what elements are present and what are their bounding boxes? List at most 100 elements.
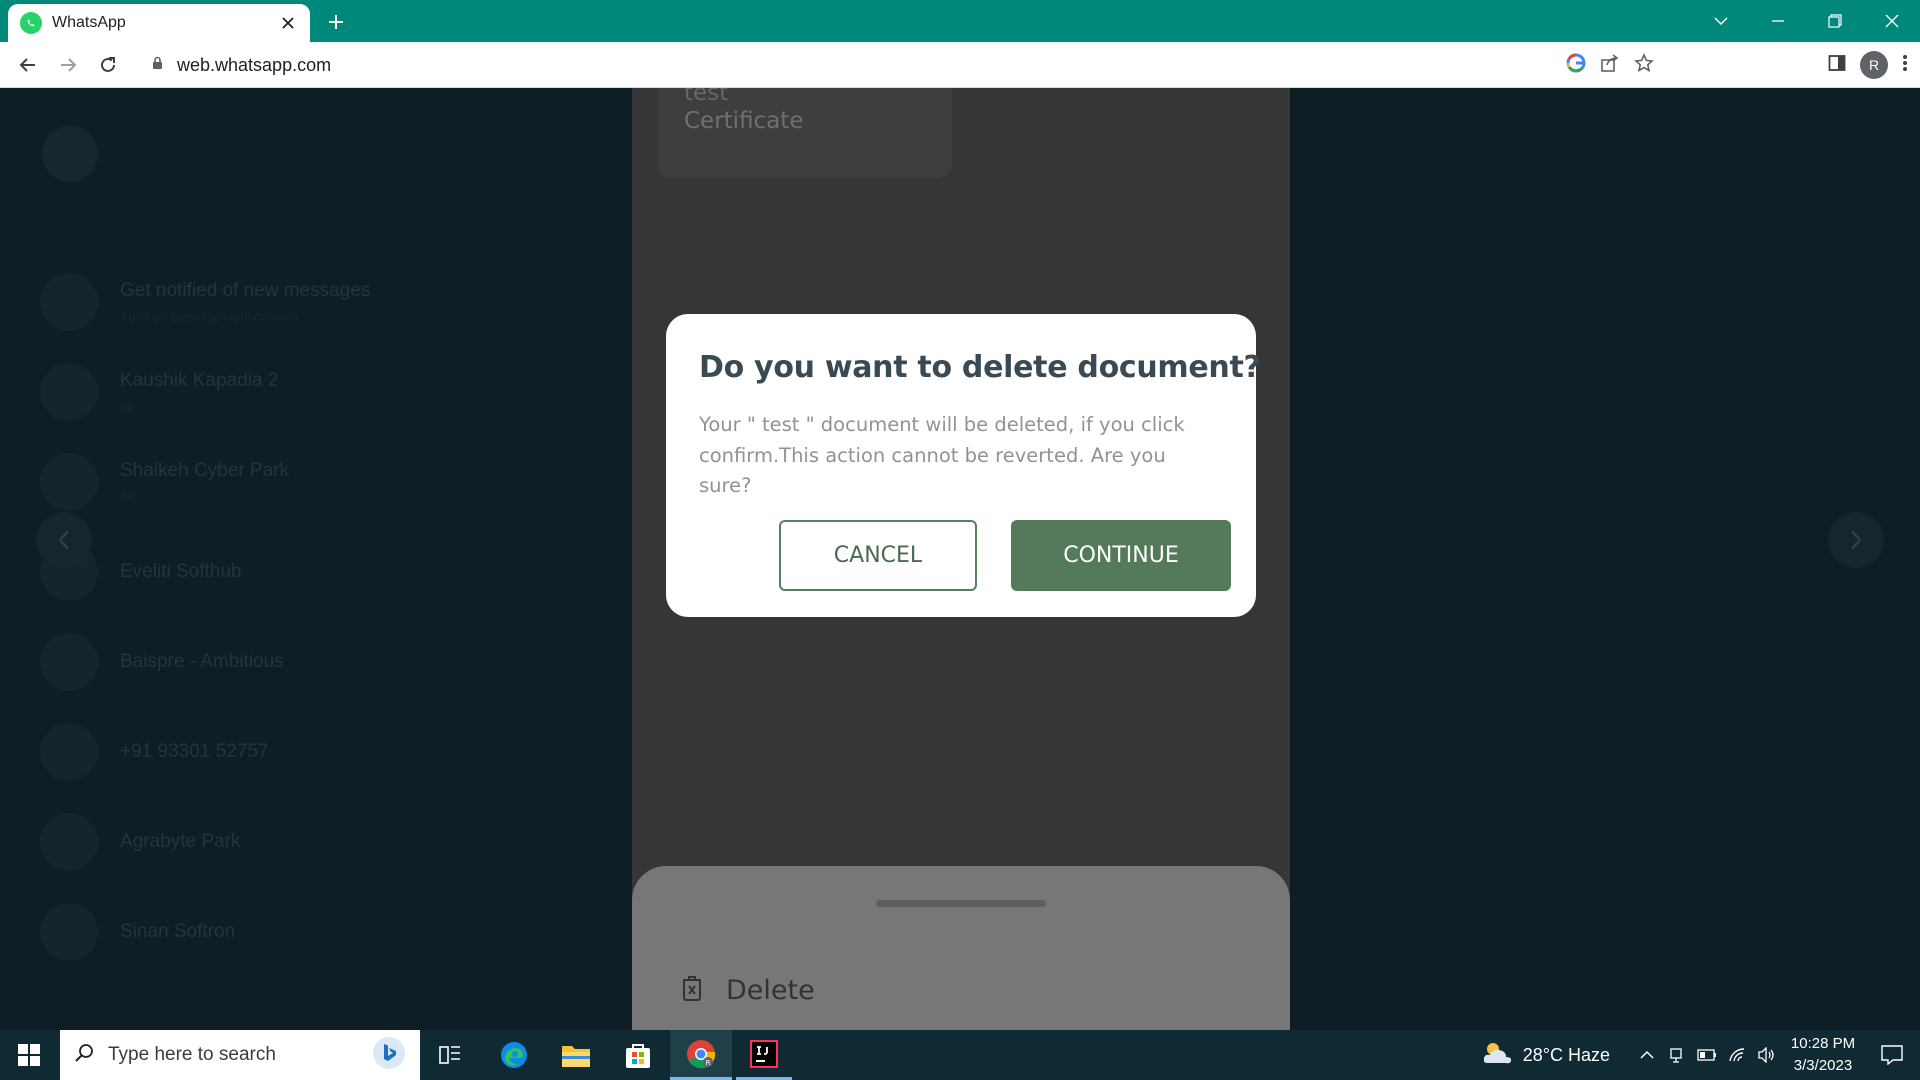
- drag-handle[interactable]: [876, 900, 1046, 907]
- windows-taskbar: Type here to search R 28°C Haze 10:28 PM…: [0, 1030, 1920, 1080]
- trash-icon: [680, 974, 704, 1007]
- cancel-button[interactable]: CANCEL: [779, 520, 977, 591]
- notification-center-icon[interactable]: [1864, 1030, 1920, 1080]
- chat-list-item[interactable]: Agrabyte Park: [40, 802, 600, 882]
- chat-list-item[interactable]: Shaikeh Cyber Park ok: [40, 442, 600, 522]
- forward-arrow-icon[interactable]: [54, 51, 82, 79]
- whatsapp-icon: [20, 12, 42, 34]
- chat-list-item[interactable]: +91 93301 52757: [40, 712, 600, 792]
- chat-name: +91 93301 52757: [120, 741, 269, 762]
- more-menu-icon[interactable]: [1902, 54, 1908, 77]
- avatar: [40, 903, 98, 961]
- browser-tab-bar: WhatsApp: [0, 0, 1920, 42]
- weather-text[interactable]: 28°C Haze: [1523, 1045, 1610, 1066]
- chat-preview: ok: [120, 488, 135, 504]
- taskbar-search-box[interactable]: Type here to search: [60, 1030, 420, 1080]
- url-text: web.whatsapp.com: [177, 54, 332, 75]
- chat-name: Baispre - Ambitious: [120, 651, 284, 672]
- chat-preview: ok: [120, 398, 135, 414]
- weather-cloud-icon[interactable]: [1481, 1039, 1515, 1072]
- intellij-icon: [750, 1039, 778, 1068]
- dialog-message: Your " test " document will be deleted, …: [699, 413, 1185, 497]
- clock-date: 3/3/2023: [1793, 1057, 1853, 1074]
- chat-preview: Turn on desktop notifications: [120, 308, 299, 324]
- task-view-button[interactable]: [422, 1030, 478, 1080]
- intellij-app-button[interactable]: [736, 1030, 792, 1080]
- google-lens-icon[interactable]: [1566, 52, 1586, 78]
- reload-icon[interactable]: [94, 51, 122, 79]
- chat-list-sidebar: Get notified of new messages Turn on des…: [0, 88, 632, 1030]
- meet-now-icon[interactable]: [1662, 1030, 1692, 1080]
- chat-list-item[interactable]: Eveliti Softhub: [40, 532, 600, 612]
- chat-name: Sinan Softron: [120, 921, 236, 942]
- chat-list-item[interactable]: Baispre - Ambitious: [40, 622, 600, 702]
- volume-icon[interactable]: [1752, 1030, 1782, 1080]
- tab-search-chevron-icon[interactable]: [1692, 0, 1749, 42]
- close-icon[interactable]: [278, 13, 298, 33]
- chevron-up-icon[interactable]: [1632, 1030, 1662, 1080]
- edge-icon: [501, 1042, 527, 1068]
- document-card[interactable]: test Certificate: [658, 88, 952, 178]
- avatar: [40, 273, 98, 331]
- address-bar[interactable]: web.whatsapp.com: [138, 49, 1668, 81]
- edge-app-button[interactable]: [486, 1030, 542, 1080]
- chat-list-item[interactable]: Kaushik Kapadia 2 ok: [40, 352, 600, 432]
- chat-list-item[interactable]: Sinan Softron: [40, 892, 600, 972]
- continue-button[interactable]: CONTINUE: [1011, 520, 1231, 591]
- wifi-icon[interactable]: [1722, 1030, 1752, 1080]
- system-tray: 28°C Haze 10:28 PM 3/3/2023: [1481, 1030, 1920, 1080]
- clock-time: 10:28 PM: [1790, 1035, 1856, 1052]
- task-view-icon: [439, 1046, 460, 1064]
- store-icon: [626, 1044, 650, 1068]
- document-name-line1: test: [684, 88, 729, 106]
- bookmark-star-icon[interactable]: [1634, 52, 1654, 78]
- folder-icon: [562, 1046, 590, 1067]
- bottom-sheet: Delete: [632, 866, 1290, 1030]
- delete-label: Delete: [726, 975, 815, 1006]
- search-icon: [74, 1043, 94, 1068]
- chat-name: Eveliti Softhub: [120, 561, 242, 582]
- back-arrow-icon[interactable]: [14, 51, 42, 79]
- whatsapp-page: Get notified of new messages Turn on des…: [0, 88, 1920, 1030]
- search-placeholder: Type here to search: [108, 1044, 276, 1065]
- bing-icon[interactable]: [372, 1036, 406, 1075]
- chat-name: Get notified of new messages: [120, 280, 371, 301]
- avatar: [40, 813, 98, 871]
- tab-whatsapp[interactable]: WhatsApp: [8, 4, 310, 42]
- avatar: [40, 633, 98, 691]
- profile-avatar[interactable]: R: [1860, 51, 1888, 79]
- delete-confirmation-dialog: Do you want to delete document? Your " t…: [666, 314, 1261, 617]
- minimize-button[interactable]: [1749, 0, 1806, 42]
- avatar: [40, 363, 98, 421]
- share-icon[interactable]: [1600, 53, 1620, 78]
- new-tab-button[interactable]: [322, 8, 350, 36]
- chevron-left-icon: [58, 530, 69, 550]
- previous-media-button[interactable]: [36, 512, 92, 568]
- next-media-button[interactable]: [1828, 512, 1884, 568]
- store-app-button[interactable]: [610, 1030, 666, 1080]
- file-explorer-button[interactable]: [548, 1030, 604, 1080]
- delete-action[interactable]: Delete: [680, 974, 815, 1007]
- windows-start-button[interactable]: [0, 1030, 58, 1080]
- restore-button[interactable]: [1806, 0, 1863, 42]
- tab-title: WhatsApp: [52, 14, 126, 31]
- avatar: [40, 453, 98, 511]
- system-clock[interactable]: 10:28 PM 3/3/2023: [1782, 1033, 1864, 1077]
- document-name-line2: Certificate: [684, 108, 804, 134]
- chrome-icon: R: [687, 1039, 716, 1068]
- close-window-button[interactable]: [1863, 0, 1920, 42]
- avatar: [40, 723, 98, 781]
- svg-text:R: R: [706, 1059, 711, 1067]
- window-controls: [1692, 0, 1920, 42]
- side-panel-icon[interactable]: [1828, 54, 1846, 77]
- chrome-app-button[interactable]: R: [670, 1030, 732, 1080]
- chat-name: Agrabyte Park: [120, 831, 241, 852]
- battery-icon[interactable]: [1692, 1030, 1722, 1080]
- chat-list-item[interactable]: Get notified of new messages Turn on des…: [40, 262, 600, 342]
- windows-logo-icon: [18, 1044, 40, 1066]
- dialog-title: Do you want to delete document?: [699, 350, 1261, 385]
- lock-icon: [152, 56, 163, 75]
- chevron-right-icon: [1851, 530, 1862, 550]
- chat-name: Kaushik Kapadia 2: [120, 370, 279, 391]
- browser-toolbar: web.whatsapp.com R: [0, 42, 1920, 88]
